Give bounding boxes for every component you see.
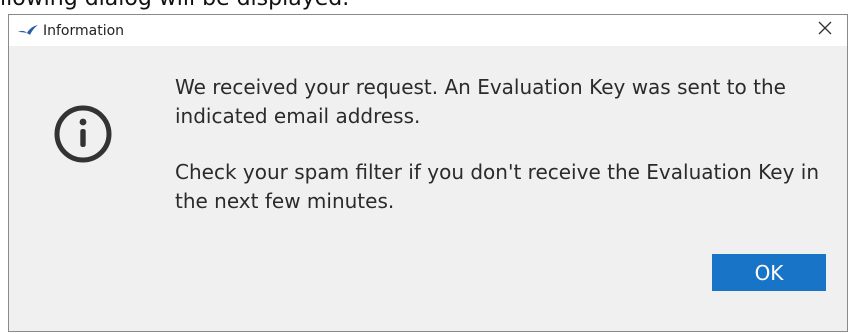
screen: llowing dialog will be displayed. Inform… [0,0,850,334]
information-dialog: Information We received your request. An… [8,14,848,332]
dialog-titlebar[interactable]: Information [9,15,847,46]
info-circle-icon [53,104,113,164]
message-paragraph-2: Check your spam filter if you don't rece… [175,160,820,213]
ok-button[interactable]: OK [712,254,826,291]
dialog-message: We received your request. An Evaluation … [175,73,835,216]
dialog-title: Information [43,22,125,39]
close-icon [818,21,832,40]
message-paragraph-1: We received your request. An Evaluation … [175,75,786,128]
swallow-logo-icon [17,23,39,39]
close-button[interactable] [803,15,847,46]
background-text: llowing dialog will be displayed. [0,0,349,11]
